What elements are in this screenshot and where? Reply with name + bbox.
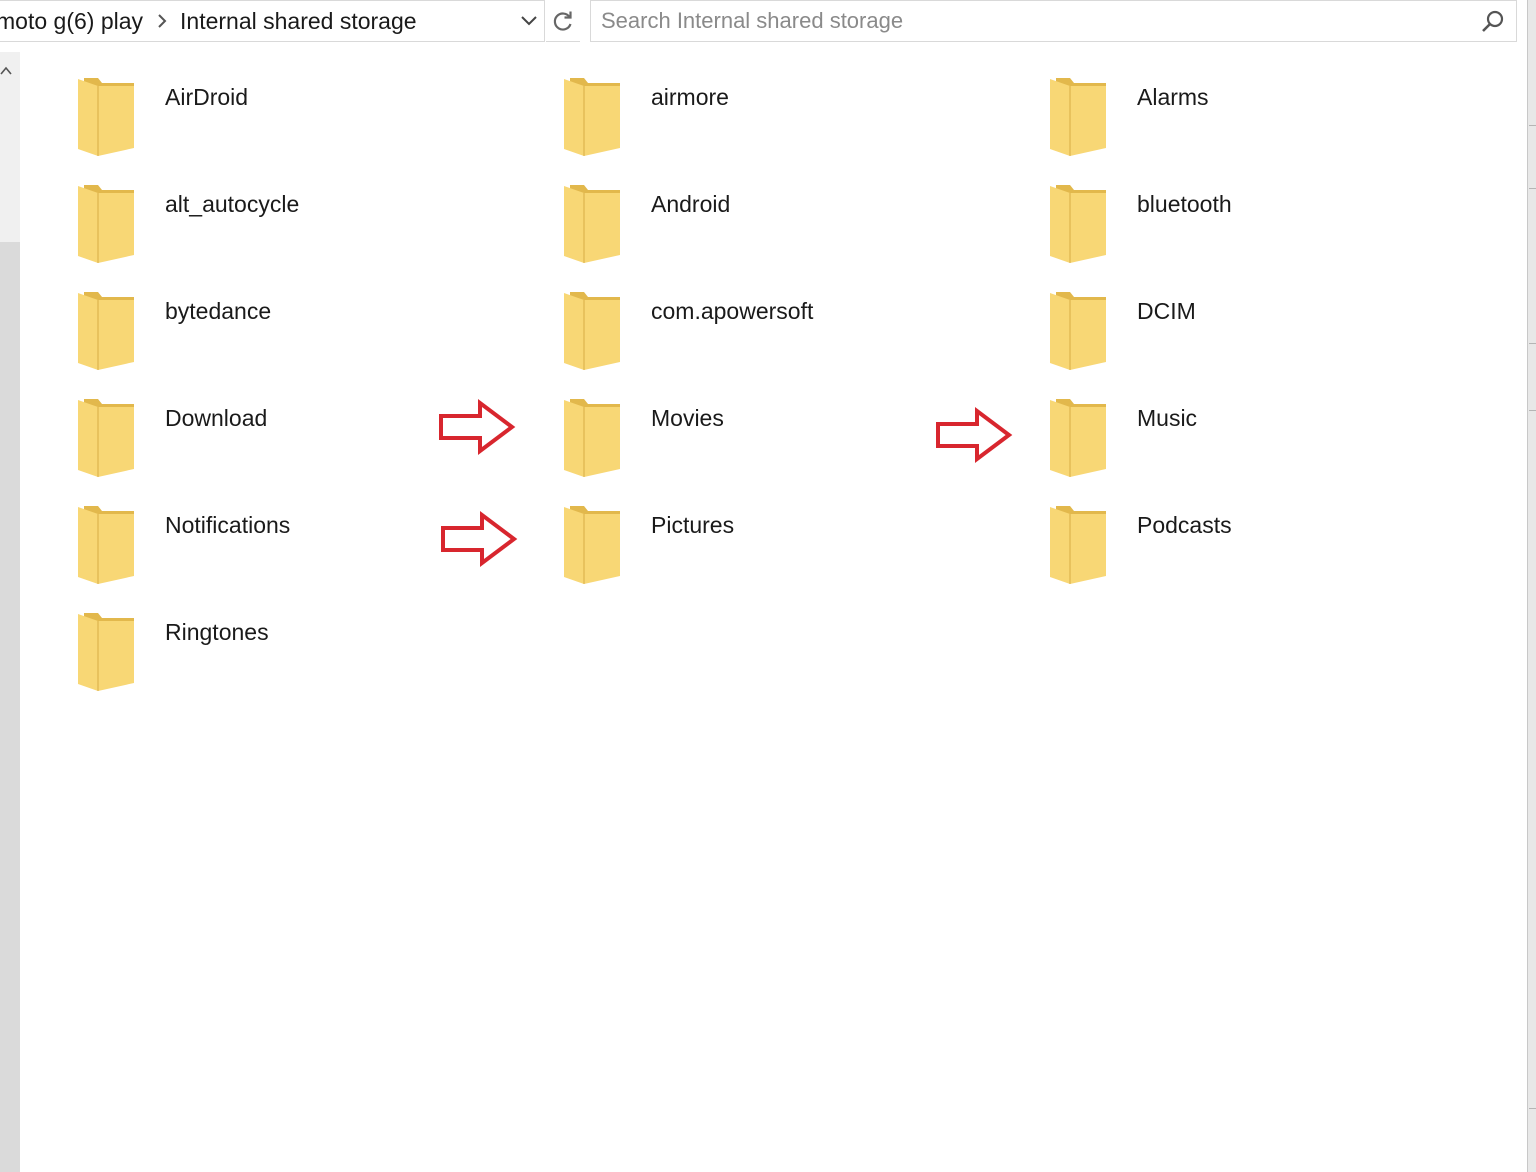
folder-icon — [564, 183, 622, 263]
folder-icon — [564, 504, 622, 584]
folder-name: Music — [1137, 405, 1198, 431]
folder-bluetooth[interactable]: bluetooth — [994, 159, 1474, 263]
folder-ringtones[interactable]: Ringtones — [22, 587, 502, 691]
file-explorer-window: moto g(6) play Internal shared storage S… — [0, 0, 1536, 1172]
folder-podcasts[interactable]: Podcasts — [994, 480, 1474, 584]
folder-name: bytedance — [165, 298, 272, 324]
folder-icon — [78, 290, 136, 370]
folder-name: AirDroid — [165, 84, 249, 110]
folder-alt-autocycle[interactable]: alt_autocycle — [22, 159, 502, 263]
edge-divider — [1529, 125, 1536, 126]
folder-grid: AirDroid airmore Alarms alt_autocycle An… — [22, 52, 1526, 1172]
folder-download[interactable]: Download — [22, 373, 502, 477]
folder-dcim[interactable]: DCIM — [994, 266, 1474, 370]
window-edge — [1527, 0, 1536, 1172]
folder-icon — [564, 76, 622, 156]
folder-icon — [78, 76, 136, 156]
chevron-up-icon[interactable] — [0, 58, 14, 82]
folder-android[interactable]: Android — [508, 159, 988, 263]
folder-icon — [1050, 183, 1108, 263]
folder-name: Alarms — [1137, 84, 1209, 110]
folder-icon — [78, 183, 136, 263]
folder-name: DCIM — [1137, 298, 1196, 324]
folder-airmore[interactable]: airmore — [508, 52, 988, 156]
folder-name: Android — [651, 191, 731, 217]
folder-name: Download — [165, 405, 268, 431]
folder-icon — [1050, 290, 1108, 370]
folder-icon — [78, 397, 136, 477]
folder-name: Pictures — [651, 512, 735, 538]
folder-name: Podcasts — [1137, 512, 1232, 538]
folder-pictures[interactable]: Pictures — [508, 480, 988, 584]
folder-icon — [1050, 397, 1108, 477]
folder-alarms[interactable]: Alarms — [994, 52, 1474, 156]
edge-divider — [1529, 188, 1536, 189]
folder-icon — [78, 504, 136, 584]
search-box[interactable] — [590, 0, 1517, 42]
breadcrumb-storage[interactable]: Internal shared storage — [180, 8, 417, 35]
refresh-icon — [552, 9, 574, 33]
chevron-right-icon[interactable] — [143, 0, 180, 42]
chevron-down-icon[interactable] — [514, 1, 544, 41]
folder-notifications[interactable]: Notifications — [22, 480, 502, 584]
arrow-right-icon — [438, 399, 516, 455]
folder-icon — [1050, 504, 1108, 584]
folder-airdroid[interactable]: AirDroid — [22, 52, 502, 156]
folder-movies[interactable]: Movies — [508, 373, 988, 477]
folder-bytedance[interactable]: bytedance — [22, 266, 502, 370]
edge-divider — [1529, 410, 1536, 411]
folder-name: com.apowersoft — [651, 298, 814, 324]
arrow-right-icon — [935, 407, 1013, 463]
folder-icon — [564, 397, 622, 477]
folder-name: Notifications — [165, 512, 291, 538]
arrow-right-icon — [440, 511, 518, 567]
edge-divider — [1529, 1108, 1536, 1109]
folder-name: Movies — [651, 405, 724, 431]
folder-icon — [78, 611, 136, 691]
search-icon[interactable] — [1480, 9, 1506, 35]
edge-divider — [1529, 343, 1536, 344]
folder-name: bluetooth — [1137, 191, 1232, 217]
address-bar[interactable]: moto g(6) play Internal shared storage — [0, 0, 545, 42]
folder-name: airmore — [651, 84, 729, 110]
search-input[interactable] — [601, 1, 1461, 41]
folder-music[interactable]: Music — [994, 373, 1474, 477]
refresh-button[interactable] — [546, 0, 580, 42]
folder-com-apowersoft[interactable]: com.apowersoft — [508, 266, 988, 370]
nav-pane-scrollbar[interactable] — [0, 52, 20, 1172]
breadcrumb-device[interactable]: moto g(6) play — [0, 8, 143, 35]
folder-name: alt_autocycle — [165, 191, 300, 217]
folder-name: Ringtones — [165, 619, 269, 645]
folder-icon — [1050, 76, 1108, 156]
folder-icon — [564, 290, 622, 370]
